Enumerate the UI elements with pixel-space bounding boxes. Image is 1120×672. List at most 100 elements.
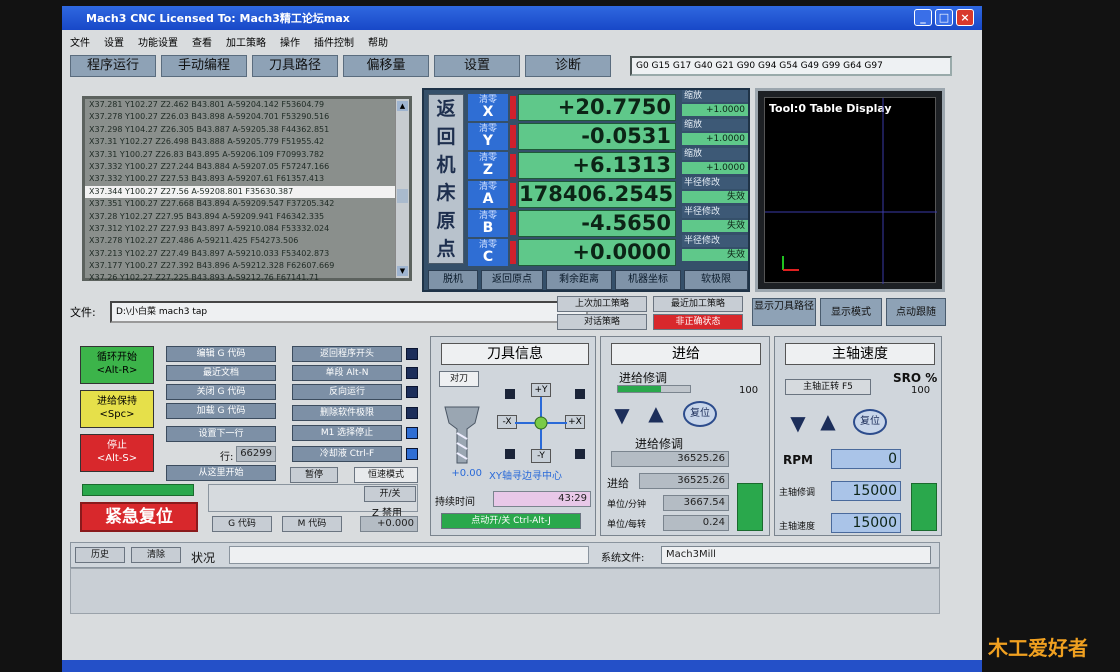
offline-button[interactable]: 脱机	[428, 270, 478, 290]
zero-axis-button[interactable]: 清零 A	[468, 181, 508, 208]
m-code-button[interactable]: M 代码	[282, 516, 342, 532]
menu-operator[interactable]: 操作	[280, 34, 300, 49]
close-icon[interactable]: ×	[956, 9, 974, 26]
scroll-up-icon[interactable]: ▲	[397, 101, 408, 111]
set-next-line-button[interactable]: 设置下一行	[166, 426, 276, 442]
touch-off-button[interactable]: 对刀	[439, 371, 479, 387]
last-strategy-button[interactable]: 上次加工策略	[557, 296, 647, 312]
clear-button[interactable]: 清除	[131, 547, 181, 563]
tab-diagnostics[interactable]: 诊断	[525, 55, 611, 77]
jog-corner-tr[interactable]	[575, 389, 585, 399]
edit-gcode-button[interactable]: 编辑 G 代码	[166, 346, 276, 362]
dialog-strategy-button[interactable]: 对话策略	[557, 314, 647, 330]
axis-dro-value[interactable]: +20.7750	[518, 94, 676, 121]
tab-toolpath[interactable]: 刀具路径	[252, 55, 338, 77]
gcode-line[interactable]: X37.281 Y102.27 Z2.462 B43.801 A-59204.1…	[85, 99, 409, 111]
gcode-line[interactable]: X37.312 Y102.27 Z27.93 B43.897 A-59210.0…	[85, 223, 409, 235]
minimize-icon[interactable]: _	[914, 9, 932, 26]
gcode-listing[interactable]: X37.281 Y102.27 Z2.462 B43.801 A-59204.1…	[82, 96, 412, 284]
feed-value: 36525.26	[639, 473, 729, 489]
g-code-button[interactable]: G 代码	[212, 516, 272, 532]
gcode-line[interactable]: X37.344 Y100.27 Z27.56 A-59208.801 F3563…	[85, 185, 409, 199]
spindle-cw-button[interactable]: 主轴正转 F5	[785, 379, 871, 395]
axis-dro-value[interactable]: +0.0000	[518, 239, 676, 266]
line-value[interactable]: 66299	[236, 446, 276, 462]
menu-help[interactable]: 帮助	[368, 34, 388, 49]
gcode-line[interactable]: X37.31 Y102.27 Z26.498 B43.888 A-59205.7…	[85, 136, 409, 148]
ref-all-home-button[interactable]: 返 回 机 床 原 点	[428, 94, 464, 264]
axis-dro-value[interactable]: +6.1313	[518, 152, 676, 179]
gcode-line[interactable]: X37.332 Y100.27 Z27.53 B43.893 A-59207.6…	[85, 173, 409, 185]
display-mode-button[interactable]: 显示模式	[820, 298, 882, 326]
tab-offsets[interactable]: 偏移量	[343, 55, 429, 77]
machine-coords-button[interactable]: 机器坐标	[615, 270, 681, 290]
maximize-icon[interactable]: □	[935, 9, 953, 26]
scroll-thumb[interactable]	[397, 189, 408, 203]
jog-corner-br[interactable]	[575, 449, 585, 459]
axis-dro-value[interactable]: -4.5650	[518, 210, 676, 237]
load-gcode-button[interactable]: 加载 G 代码	[166, 403, 276, 419]
zero-axis-button[interactable]: 清零 Z	[468, 152, 508, 179]
jog-toggle-button[interactable]: 点动开/关 Ctrl-Alt-J	[441, 513, 581, 529]
gcode-line[interactable]: X37.177 Y100.27 Z27.392 B43.896 A-59212.…	[85, 260, 409, 272]
menu-plugins[interactable]: 插件控制	[314, 34, 354, 49]
feed-override-track[interactable]	[617, 385, 691, 393]
spindle-down-icon[interactable]: ▼	[785, 411, 811, 435]
gcode-line[interactable]: X37.28 Y102.27 Z27.95 B43.894 A-59209.94…	[85, 211, 409, 223]
gcode-line[interactable]: X37.31 Y100.27 Z26.83 B43.895 A-59206.10…	[85, 149, 409, 161]
menu-function-cfg[interactable]: 功能设置	[138, 34, 178, 49]
toolpath-display-button[interactable]: 显示刀具路径	[752, 298, 816, 326]
spindle-up-icon[interactable]: ▲	[815, 409, 841, 433]
zero-axis-button[interactable]: 清零 X	[468, 94, 508, 121]
gcode-line[interactable]: X37.298 Y104.27 Z26.305 B43.887 A-59205.…	[85, 124, 409, 136]
feed-hold-button[interactable]: 进给保持 <Spc>	[80, 390, 154, 428]
menu-file[interactable]: 文件	[70, 34, 90, 49]
feed-up-icon[interactable]: ▲	[643, 401, 669, 425]
recent-file-button[interactable]: 最近文档	[166, 365, 276, 381]
spindle-reset-button[interactable]: 复位	[853, 409, 887, 435]
feed-reset-button[interactable]: 复位	[683, 401, 717, 427]
pause-button[interactable]: 暂停	[290, 467, 338, 483]
m1-optional-stop-button[interactable]: M1 选择停止	[292, 425, 402, 441]
soft-limits-button[interactable]: 软极限	[684, 270, 748, 290]
close-gcode-button[interactable]: 关闭 G 代码	[166, 384, 276, 400]
tab-mdi[interactable]: 手动编程	[161, 55, 247, 77]
gcode-line[interactable]: X37.332 Y100.27 Z27.244 B43.884 A-59207.…	[85, 161, 409, 173]
axis-dro-value[interactable]: 178406.2545	[518, 181, 676, 208]
zero-axis-button[interactable]: 清零 C	[468, 239, 508, 266]
menu-config[interactable]: 设置	[104, 34, 124, 49]
recent-strategy-button[interactable]: 最近加工策略	[653, 296, 743, 312]
open-close-button[interactable]: 开/关	[364, 486, 416, 502]
delete-soft-limit-button[interactable]: 删除软件极限	[292, 405, 402, 421]
toolpath-canvas[interactable]: Tool:0 Table Display	[764, 97, 937, 284]
scroll-down-icon[interactable]: ▼	[397, 266, 408, 276]
run-from-here-button[interactable]: 从这里开始	[166, 465, 276, 481]
single-block-button[interactable]: 单段 Alt-N	[292, 365, 402, 381]
jog-follow-button[interactable]: 点动跟随	[886, 298, 946, 326]
gcode-scrollbar[interactable]: ▲ ▼	[395, 99, 409, 278]
zero-axis-button[interactable]: 清零 Y	[468, 123, 508, 150]
stop-button[interactable]: 停止 <Alt-S>	[80, 434, 154, 472]
cycle-start-button[interactable]: 循环开始 <Alt-R>	[80, 346, 154, 384]
tab-settings[interactable]: 设置	[434, 55, 520, 77]
gcode-line[interactable]: X37.278 Y102.27 Z27.486 A-59211.425 F542…	[85, 235, 409, 247]
gcode-line[interactable]: X37.278 Y100.27 Z26.03 B43.898 A-59204.7…	[85, 111, 409, 123]
gcode-line[interactable]: X37.351 Y100.27 Z27.668 B43.894 A-59209.…	[85, 198, 409, 210]
coolant-button[interactable]: 冷却液 Ctrl-F	[292, 446, 402, 462]
dist-to-go-button[interactable]: 剩余距离	[546, 270, 612, 290]
rewind-button[interactable]: 返回程序开头	[292, 346, 402, 362]
tab-program-run[interactable]: 程序运行	[70, 55, 156, 77]
feed-down-icon[interactable]: ▼	[609, 403, 635, 427]
gcode-line[interactable]: X37.213 Y102.27 Z27.49 B43.897 A-59210.0…	[85, 248, 409, 260]
reverse-run-button[interactable]: 反向运行	[292, 384, 402, 400]
history-button[interactable]: 历史	[75, 547, 125, 563]
estop-reset-button[interactable]: 紧急复位	[80, 502, 198, 532]
axis-dro-value[interactable]: -0.0531	[518, 123, 676, 150]
gcode-line[interactable]: X37.26 Y102.27 Z27.225 B43.893 A-59212.7…	[85, 272, 409, 284]
const-velocity-button[interactable]: 恒速模式	[354, 467, 418, 483]
menu-wizard[interactable]: 加工策略	[226, 34, 266, 49]
toolpath-display[interactable]: Tool:0 Table Display	[755, 88, 945, 292]
zero-axis-button[interactable]: 清零 B	[468, 210, 508, 237]
menu-view[interactable]: 查看	[192, 34, 212, 49]
goto-zero-button[interactable]: 返回原点	[481, 270, 543, 290]
